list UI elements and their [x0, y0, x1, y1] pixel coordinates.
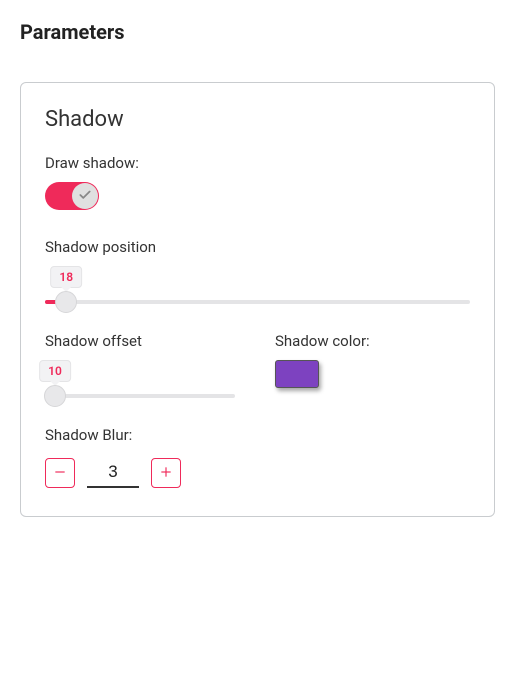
shadow-position-tooltip: 18: [50, 266, 82, 288]
panel-title: Shadow: [45, 107, 470, 132]
draw-shadow-label: Draw shadow:: [45, 154, 470, 172]
shadow-position-slider[interactable]: 18: [45, 266, 470, 304]
shadow-blur-field: Shadow Blur:: [45, 426, 470, 488]
draw-shadow-field: Draw shadow:: [45, 154, 470, 210]
shadow-position-label: Shadow position: [45, 238, 470, 256]
shadow-position-field: Shadow position 18: [45, 238, 470, 304]
blur-increment-button[interactable]: [151, 458, 181, 488]
offset-color-row: Shadow offset 10 Shadow color:: [45, 332, 470, 398]
check-icon: [78, 187, 92, 206]
slider-track: [45, 394, 235, 398]
shadow-blur-stepper: [45, 458, 470, 488]
shadow-offset-slider[interactable]: 10: [45, 360, 245, 398]
page-title: Parameters: [20, 20, 495, 44]
blur-decrement-button[interactable]: [45, 458, 75, 488]
shadow-offset-tooltip: 10: [39, 360, 71, 382]
slider-thumb[interactable]: [55, 291, 77, 313]
minus-icon: [53, 464, 67, 483]
shadow-color-label: Shadow color:: [275, 332, 370, 350]
shadow-offset-field: Shadow offset 10: [45, 332, 245, 398]
shadow-blur-label: Shadow Blur:: [45, 426, 470, 444]
shadow-panel: Shadow Draw shadow: Shadow position 18 S…: [20, 82, 495, 517]
toggle-knob: [72, 183, 98, 209]
plus-icon: [159, 464, 173, 483]
slider-thumb[interactable]: [44, 385, 66, 407]
shadow-blur-input[interactable]: [87, 458, 139, 488]
draw-shadow-toggle[interactable]: [45, 182, 99, 210]
shadow-offset-label: Shadow offset: [45, 332, 245, 350]
slider-track: [45, 300, 470, 304]
shadow-color-swatch[interactable]: [275, 360, 319, 388]
shadow-color-field: Shadow color:: [275, 332, 370, 398]
